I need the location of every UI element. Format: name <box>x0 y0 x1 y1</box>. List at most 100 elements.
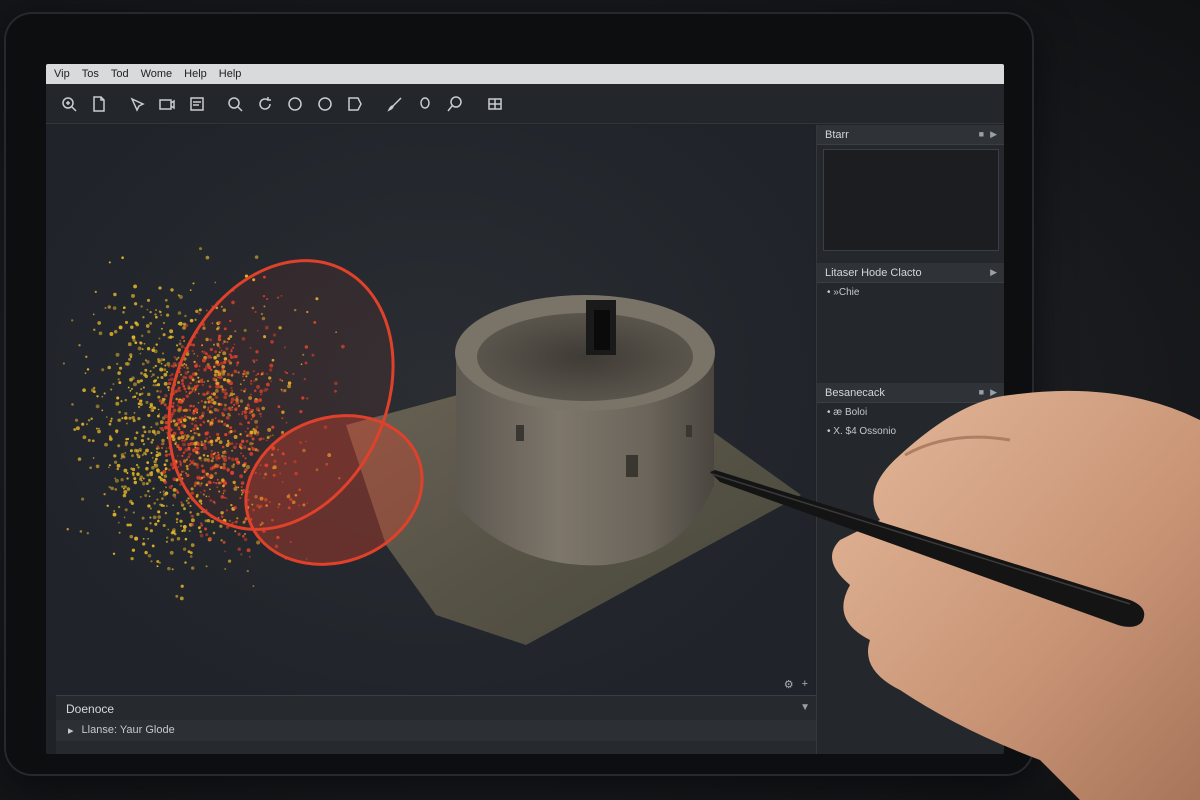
point <box>164 511 168 515</box>
point <box>187 497 190 500</box>
zoom-icon[interactable] <box>58 93 80 115</box>
list-item[interactable]: • »Chie <box>817 283 1004 302</box>
list-item[interactable]: • æ Boloi <box>817 403 1004 422</box>
menu-item-tos[interactable]: Tos <box>82 68 99 80</box>
search-icon[interactable] <box>224 93 246 115</box>
point <box>166 362 171 366</box>
point <box>164 364 167 367</box>
point <box>138 393 142 396</box>
menu-item-tod[interactable]: Tod <box>111 68 129 80</box>
brush-icon[interactable] <box>384 93 406 115</box>
console-line[interactable]: ▸ Llanse: Yaur Glode <box>56 720 816 741</box>
right-panel: Btarr ■ ▶ Litaser Hode Clacto ▶ • »Chie B… <box>816 125 1004 754</box>
point <box>219 524 223 528</box>
point <box>115 352 120 357</box>
point <box>116 396 120 400</box>
point <box>151 465 155 470</box>
lasso-icon[interactable] <box>414 93 436 115</box>
point <box>101 395 104 398</box>
circle-icon[interactable] <box>284 93 306 115</box>
point <box>149 522 152 525</box>
point <box>160 375 164 380</box>
3d-viewport[interactable]: ⚙ + <box>46 125 814 695</box>
point <box>147 413 151 417</box>
point <box>150 560 153 563</box>
point <box>81 422 85 426</box>
point <box>141 479 143 482</box>
point <box>176 521 178 524</box>
point <box>160 442 164 446</box>
point <box>184 314 187 318</box>
point <box>153 349 158 354</box>
point <box>157 395 161 399</box>
select-icon[interactable] <box>126 93 148 115</box>
point <box>160 503 164 507</box>
point <box>164 394 168 398</box>
tower-model[interactable] <box>455 295 715 566</box>
point <box>74 418 79 422</box>
tag-icon[interactable] <box>344 93 366 115</box>
expand-icon[interactable]: ▶ <box>990 267 997 278</box>
point <box>147 490 150 493</box>
lock-icon[interactable]: ■ <box>979 387 984 398</box>
scene-canvas[interactable] <box>46 125 814 695</box>
point <box>108 437 113 441</box>
menu-item-help[interactable]: Help <box>184 68 207 80</box>
grid-icon[interactable] <box>484 93 506 115</box>
point <box>110 388 113 391</box>
point <box>161 398 166 402</box>
point <box>145 324 150 328</box>
point <box>101 368 105 372</box>
point <box>116 463 121 468</box>
point <box>113 292 117 297</box>
point <box>167 389 170 392</box>
point <box>117 418 121 422</box>
camera-icon[interactable] <box>156 93 178 115</box>
menu-item-help-2[interactable]: Help <box>219 68 242 80</box>
point <box>165 313 170 317</box>
point <box>165 540 168 543</box>
point <box>117 521 120 524</box>
magnify-icon[interactable] <box>444 93 466 115</box>
point <box>169 377 174 382</box>
point <box>156 565 159 568</box>
expand-arrow-icon[interactable]: ▸ <box>68 724 74 737</box>
settings-icon[interactable]: ⚙ <box>784 678 794 691</box>
point <box>148 495 151 498</box>
menu-item-vip[interactable]: Vip <box>54 68 70 80</box>
point <box>198 247 203 251</box>
console-text: Llanse: Yaur Glode <box>81 724 175 736</box>
point <box>77 457 82 461</box>
point <box>246 548 251 553</box>
menu-item-wome[interactable]: Wome <box>141 68 173 80</box>
point <box>177 348 181 352</box>
circle-icon-2[interactable] <box>314 93 336 115</box>
close-icon[interactable]: ▶ <box>990 129 997 140</box>
file-icon[interactable] <box>88 93 110 115</box>
collapse-icon[interactable]: ▼ <box>800 702 810 713</box>
point <box>137 398 139 400</box>
close-icon[interactable]: ▶ <box>990 387 997 398</box>
point <box>145 482 149 485</box>
point <box>147 298 150 302</box>
point <box>190 518 195 523</box>
list-item[interactable]: • X. $4 Ossonio <box>817 422 1004 441</box>
point <box>205 565 208 568</box>
point <box>163 368 167 372</box>
point <box>184 561 187 564</box>
point <box>71 403 74 406</box>
point <box>150 404 153 407</box>
note-icon[interactable] <box>186 93 208 115</box>
point <box>222 540 226 544</box>
point <box>200 510 203 514</box>
point <box>197 526 201 530</box>
point <box>188 530 191 532</box>
point <box>142 386 145 389</box>
add-icon[interactable]: + <box>802 678 808 691</box>
point <box>141 481 146 486</box>
point <box>168 453 171 456</box>
point <box>156 376 160 379</box>
point <box>152 366 155 369</box>
lock-icon[interactable]: ■ <box>979 129 984 140</box>
rotate-icon[interactable] <box>254 93 276 115</box>
